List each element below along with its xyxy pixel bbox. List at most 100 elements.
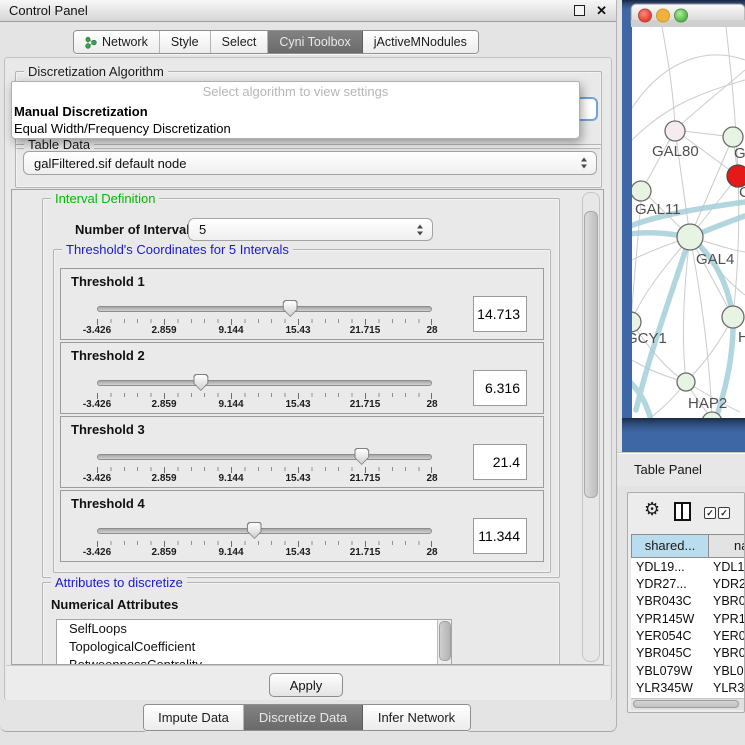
threshold-label: Threshold 1 bbox=[71, 274, 145, 289]
list-item[interactable]: BetweennessCentrality bbox=[57, 656, 451, 665]
slider-ticks bbox=[97, 393, 432, 397]
tab-label: Discretize Data bbox=[259, 705, 347, 730]
node-gal4[interactable] bbox=[677, 224, 703, 250]
slider-ticks bbox=[97, 541, 432, 545]
node-table: YDL19...YDL1 YDR27...YDR2 YBR043CYBR0 YP… bbox=[631, 558, 745, 698]
column-selector-icon[interactable] bbox=[674, 502, 691, 521]
control-panel-titlebar: Control Panel ✕ bbox=[0, 0, 616, 22]
threshold-3-value-field[interactable]: 21.4 bbox=[473, 444, 527, 480]
list-item[interactable]: TopologicalCoefficient bbox=[57, 638, 451, 656]
table-row[interactable]: YBL079WYBL0 bbox=[631, 662, 745, 679]
gear-icon[interactable]: ⚙ bbox=[644, 499, 660, 519]
close-icon[interactable]: ✕ bbox=[596, 5, 607, 17]
tab-cyni-toolbox[interactable]: Cyni Toolbox bbox=[268, 31, 362, 53]
slider-track[interactable] bbox=[97, 380, 432, 386]
node-label: GCY1 bbox=[626, 330, 667, 347]
table-row[interactable]: YER054CYER0 bbox=[631, 627, 745, 644]
threshold-2-slider[interactable]: -3.4262.8599.14415.4321.71528 bbox=[97, 373, 432, 411]
slider-scale: -3.4262.8599.14415.4321.71528 bbox=[97, 473, 432, 485]
node-gal80[interactable] bbox=[665, 121, 685, 141]
column-header-name[interactable]: na bbox=[709, 534, 745, 558]
node-gal11[interactable] bbox=[631, 181, 651, 201]
tab-infer-network[interactable]: Infer Network bbox=[363, 705, 470, 730]
list-scrollbar[interactable] bbox=[437, 620, 451, 665]
numerical-attributes-label: Numerical Attributes bbox=[51, 597, 178, 612]
zoom-traffic-light[interactable] bbox=[675, 9, 688, 22]
apply-button[interactable]: Apply bbox=[269, 673, 343, 697]
group-title: Interval Definition bbox=[51, 191, 159, 206]
threshold-label: Threshold 3 bbox=[71, 422, 145, 437]
table-row[interactable]: YLR345WYLR3 bbox=[631, 679, 745, 696]
close-traffic-light[interactable] bbox=[639, 9, 652, 22]
table-panel-body: ⚙ ✓ ✓ shared... na YDL19...YDL1 YDR27...… bbox=[627, 492, 745, 713]
tab-jactivemnodules[interactable]: jActiveMNodules bbox=[363, 31, 478, 53]
num-intervals-combobox[interactable]: 5 bbox=[188, 218, 433, 241]
popup-placeholder: Select algorithm to view settings bbox=[12, 82, 579, 103]
node-label: HAP2 bbox=[688, 395, 727, 412]
tab-network[interactable]: Network bbox=[74, 31, 160, 53]
group-title: Discretization Algorithm bbox=[24, 64, 168, 79]
threshold-1-row: Threshold 1 -3.4262.8599.14415.4321.7152… bbox=[60, 268, 544, 340]
table-data-combobox[interactable]: galFiltered.sif default node bbox=[23, 151, 597, 175]
vertical-scrollbar[interactable] bbox=[582, 192, 600, 662]
tab-discretize-data[interactable]: Discretize Data bbox=[244, 705, 363, 730]
threshold-1-value-field[interactable]: 14.713 bbox=[473, 296, 527, 332]
tab-style[interactable]: Style bbox=[160, 31, 211, 53]
combobox-value: 5 bbox=[199, 219, 206, 240]
tab-impute-data[interactable]: Impute Data bbox=[144, 705, 244, 730]
column-header-shared-name[interactable]: shared... bbox=[631, 534, 709, 558]
list-item[interactable]: SelfLoops bbox=[57, 620, 451, 638]
popup-option-equal-width[interactable]: Equal Width/Frequency Discretization bbox=[12, 120, 579, 137]
slider-scale: -3.4262.8599.14415.4321.71528 bbox=[97, 547, 432, 559]
interval-definition-group: Interval Definition Number of Intervals … bbox=[42, 198, 560, 578]
scrollbar-thumb[interactable] bbox=[584, 211, 598, 498]
table-row[interactable]: YPR145WYPR1 bbox=[631, 610, 745, 627]
network-view-window: GAL80 G C GAL11 GAL4 GCY1 H HAP2 bbox=[622, 0, 745, 452]
popup-option-manual-discretization[interactable]: Manual Discretization bbox=[12, 103, 579, 120]
scrollbar-thumb[interactable] bbox=[633, 700, 739, 708]
tab-label: Network bbox=[102, 31, 148, 53]
node-label: H bbox=[738, 329, 745, 346]
scrollbar-thumb[interactable] bbox=[439, 621, 451, 661]
minimize-traffic-light[interactable] bbox=[657, 9, 670, 22]
threshold-label: Threshold 2 bbox=[71, 348, 145, 363]
threshold-2-value-field[interactable]: 6.316 bbox=[473, 370, 527, 406]
control-panel-window: Control Panel ✕ Network Style Select Cyn… bbox=[0, 0, 617, 732]
tab-select[interactable]: Select bbox=[211, 31, 269, 53]
attributes-group: Attributes to discretize Numerical Attri… bbox=[42, 582, 560, 665]
table-row[interactable]: YDR27...YDR2 bbox=[631, 575, 745, 592]
threshold-3-slider[interactable]: -3.4262.8599.14415.4321.71528 bbox=[97, 447, 432, 485]
combobox-stepper-icon bbox=[581, 157, 588, 170]
float-window-icon[interactable] bbox=[574, 5, 585, 16]
top-tab-bar: Network Style Select Cyni Toolbox jActiv… bbox=[73, 30, 479, 54]
tab-label: Cyni Toolbox bbox=[279, 31, 350, 53]
checkbox-icon[interactable]: ✓ bbox=[704, 507, 716, 519]
slider-thumb[interactable] bbox=[193, 374, 208, 391]
network-icon bbox=[85, 36, 97, 49]
slider-track[interactable] bbox=[97, 454, 432, 460]
threshold-4-slider[interactable]: -3.4262.8599.14415.4321.71528 bbox=[97, 521, 432, 559]
panel-title: Control Panel bbox=[9, 3, 574, 18]
horizontal-scrollbar[interactable] bbox=[631, 698, 745, 710]
algorithm-dropdown-popup: Select algorithm to view settings Manual… bbox=[11, 81, 580, 139]
slider-track[interactable] bbox=[97, 306, 432, 312]
node-top-right[interactable] bbox=[723, 127, 743, 147]
threshold-4-value-field[interactable]: 11.344 bbox=[473, 518, 527, 554]
slider-thumb[interactable] bbox=[283, 300, 298, 317]
node-hap2[interactable] bbox=[677, 373, 695, 391]
slider-thumb[interactable] bbox=[354, 448, 369, 465]
checkbox-icon[interactable]: ✓ bbox=[718, 507, 730, 519]
threshold-1-slider[interactable]: -3.4262.8599.14415.4321.71528 bbox=[97, 299, 432, 337]
table-panel-header: Table Panel bbox=[617, 452, 745, 486]
slider-thumb[interactable] bbox=[247, 522, 262, 539]
tab-label: Impute Data bbox=[158, 705, 229, 730]
slider-scale: -3.4262.8599.14415.4321.71528 bbox=[97, 399, 432, 411]
node-label: C bbox=[739, 184, 745, 201]
threshold-3-row: Threshold 3 -3.4262.8599.14415.4321.7152… bbox=[60, 416, 544, 488]
group-title: Table Data bbox=[24, 137, 94, 152]
slider-track[interactable] bbox=[97, 528, 432, 534]
table-row[interactable]: YBR045CYBR0 bbox=[631, 645, 745, 662]
table-row[interactable]: YBR043CYBR0 bbox=[631, 593, 745, 610]
table-row[interactable]: YDL19...YDL1 bbox=[631, 558, 745, 575]
node-h[interactable] bbox=[722, 306, 744, 328]
